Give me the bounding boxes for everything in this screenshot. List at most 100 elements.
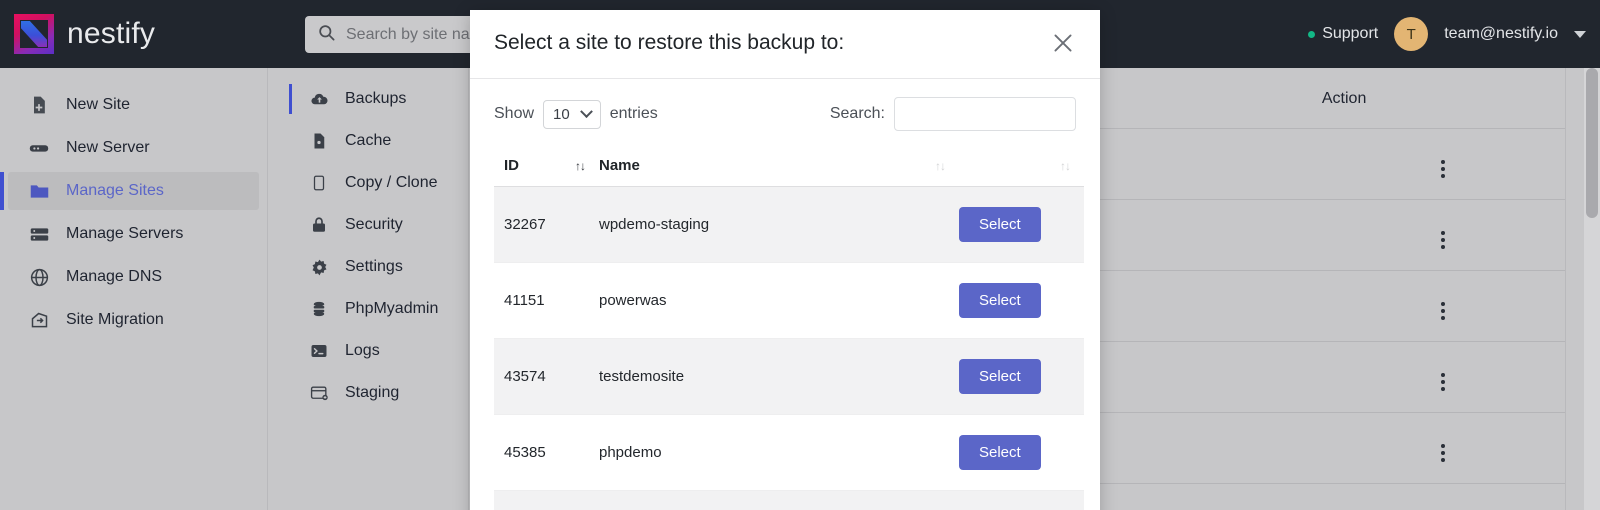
gear-icon	[309, 257, 329, 277]
subnav-item-settings[interactable]: Settings	[269, 246, 468, 288]
site-id: 32267	[494, 186, 599, 263]
sidebar-item-new-server[interactable]: New Server	[8, 129, 259, 167]
terminal-icon	[309, 341, 329, 361]
site-header-name-label: Name	[599, 157, 640, 174]
kebab-menu-icon[interactable]	[1441, 443, 1446, 462]
subnav-item-security[interactable]: Security	[269, 204, 468, 246]
staging-icon	[309, 383, 329, 403]
page-length-select[interactable]: 10	[543, 99, 601, 129]
site-action-cell: Select	[959, 186, 1084, 263]
top-bar-right: Support T team@nestify.io	[1308, 0, 1586, 68]
sidebar: New Site New Server Manage Sites Manage …	[0, 68, 268, 510]
site-header-action[interactable]: ↑↓	[959, 147, 1084, 187]
site-id: 41151	[494, 262, 599, 339]
sidebar-item-label: Manage Sites	[66, 182, 164, 199]
account-email[interactable]: team@nestify.io	[1444, 25, 1558, 43]
subnav-item-label: Logs	[345, 342, 380, 359]
subnav-item-logs[interactable]: Logs	[269, 330, 468, 372]
subnav-item-staging[interactable]: Staging	[269, 372, 468, 414]
backup-action-cell	[1321, 341, 1565, 413]
support-label: Support	[1322, 25, 1379, 42]
site-name: realestatedemo	[599, 490, 959, 510]
site-action-cell: Select	[959, 414, 1084, 491]
cloud-upload-icon	[309, 89, 329, 109]
globe-icon	[28, 266, 50, 288]
subnav-item-label: Backups	[345, 90, 407, 107]
close-icon[interactable]	[1050, 30, 1076, 56]
table-row: 45385 phpdemo Select	[494, 414, 1084, 491]
migration-icon	[28, 309, 50, 331]
copy-icon	[309, 173, 329, 193]
support-status-dot	[1308, 30, 1316, 38]
table-row: 32267 wpdemo-staging Select	[494, 186, 1084, 263]
kebab-menu-icon[interactable]	[1441, 230, 1446, 249]
brand[interactable]: nestify	[14, 14, 155, 54]
select-button[interactable]: Select	[959, 207, 1041, 242]
site-table-body: 32267 wpdemo-staging Select 41151 powerw…	[494, 186, 1084, 510]
select-button[interactable]: Select	[959, 359, 1041, 394]
subnav-item-backups[interactable]: Backups	[269, 78, 468, 120]
sidebar-item-manage-servers[interactable]: Manage Servers	[8, 215, 259, 253]
site-id: 43574	[494, 338, 599, 415]
site-name: phpdemo	[599, 414, 959, 491]
modal-body: Show 10 entries Search: ID ↑↓ Name ↑↓ ↑↓…	[470, 79, 1100, 510]
search-icon	[317, 23, 336, 47]
select-button[interactable]: Select	[959, 283, 1041, 318]
chevron-down-icon[interactable]	[1574, 30, 1586, 38]
subnav-item-label: PhpMyadmin	[345, 300, 439, 317]
avatar[interactable]: T	[1394, 17, 1429, 51]
subnav-item-phpmyadmin[interactable]: PhpMyadmin	[269, 288, 468, 330]
subnav-item-cache[interactable]: Cache	[269, 120, 468, 162]
search-input[interactable]	[894, 97, 1076, 131]
site-id: 48385	[494, 490, 599, 510]
backup-action-cell	[1321, 128, 1565, 200]
datatable-search: Search:	[830, 97, 1076, 131]
sort-updown-icon: ↑↓	[935, 158, 946, 173]
page-length-value: 10	[553, 105, 570, 123]
backups-header-action: Action	[1321, 68, 1565, 129]
page-length-control: Show 10 entries	[494, 99, 658, 129]
site-header-name[interactable]: Name ↑↓	[599, 147, 959, 187]
site-id: 45385	[494, 414, 599, 491]
support-link[interactable]: Support	[1308, 25, 1378, 43]
subnav-item-label: Settings	[345, 258, 403, 275]
kebab-menu-icon[interactable]	[1441, 372, 1446, 391]
sidebar-item-manage-dns[interactable]: Manage DNS	[8, 258, 259, 296]
site-list-table: ID ↑↓ Name ↑↓ ↑↓ 32267 wpdemo-staging Se…	[494, 147, 1084, 510]
site-name: testdemosite	[599, 338, 959, 415]
brand-name: nestify	[67, 17, 156, 50]
backup-action-cell	[1321, 412, 1565, 484]
lock-icon	[309, 215, 329, 235]
sidebar-item-site-migration[interactable]: Site Migration	[8, 301, 259, 339]
table-row: 41151 powerwas Select	[494, 262, 1084, 339]
modal-header: Select a site to restore this backup to:	[470, 10, 1100, 79]
avatar-initial: T	[1406, 25, 1416, 43]
restore-site-modal: Select a site to restore this backup to:…	[470, 10, 1100, 510]
backup-action-cell	[1321, 199, 1565, 271]
kebab-menu-icon[interactable]	[1441, 159, 1446, 178]
sidebar-item-new-site[interactable]: New Site	[8, 86, 259, 124]
kebab-menu-icon[interactable]	[1441, 301, 1446, 320]
subnav-item-copy-clone[interactable]: Copy / Clone	[269, 162, 468, 204]
site-action-cell: Select	[959, 338, 1084, 415]
sort-updown-icon: ↑↓	[1060, 158, 1071, 173]
app-root: nestify Search by site name Support T te…	[0, 0, 1600, 510]
datatable-controls: Show 10 entries Search:	[494, 97, 1076, 131]
sidebar-item-manage-sites[interactable]: Manage Sites	[0, 172, 259, 210]
servers-icon	[28, 223, 50, 245]
site-header-id[interactable]: ID ↑↓	[494, 147, 599, 187]
site-table-header-row: ID ↑↓ Name ↑↓ ↑↓	[494, 147, 1084, 187]
page-scrollbar[interactable]	[1584, 68, 1600, 510]
page-scrollbar-thumb[interactable]	[1586, 68, 1598, 218]
site-header-id-label: ID	[504, 157, 519, 174]
sidebar-item-label: New Site	[66, 96, 131, 113]
show-label: Show	[494, 105, 535, 122]
subnav-item-label: Copy / Clone	[345, 174, 438, 191]
search-label: Search:	[829, 105, 885, 122]
cache-icon	[309, 131, 329, 151]
site-action-cell: Select	[959, 262, 1084, 339]
site-action-cell: Select	[959, 490, 1084, 510]
entries-label: entries	[609, 105, 658, 122]
select-button[interactable]: Select	[959, 435, 1041, 470]
sub-sidebar: Backups Cache Copy / Clone Security Sett…	[269, 68, 469, 510]
